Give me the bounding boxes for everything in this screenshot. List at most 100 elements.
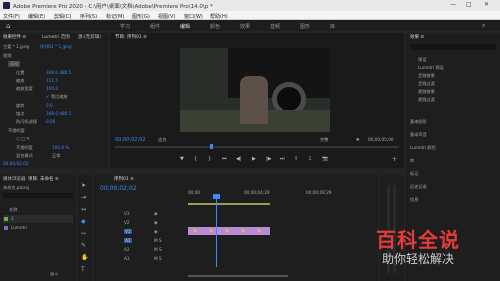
type-tool-icon[interactable]: T <box>81 266 85 273</box>
tab-source[interactable]: 源:(无剪辑) <box>78 34 101 41</box>
menu-file[interactable]: 文件(F) <box>3 13 20 20</box>
track-visibility-icon[interactable]: ◉ <box>154 211 158 216</box>
property-antiflicker-value[interactable]: 0.00 <box>46 119 55 124</box>
menu-edit[interactable]: 编辑(E) <box>28 13 45 20</box>
track-name[interactable]: V2 <box>124 220 130 225</box>
track-name[interactable]: V1 <box>124 229 132 234</box>
close-button[interactable]: ✕ <box>484 1 489 8</box>
home-icon[interactable]: ⌂ <box>6 22 10 30</box>
fx-opacity-label[interactable]: 不透明度 <box>8 128 25 134</box>
panel-section-markers[interactable]: 标记 <box>410 171 418 177</box>
go-to-in-icon[interactable]: } <box>208 156 211 162</box>
workspace-tab-effects[interactable]: 效果 <box>240 23 250 30</box>
search-icon[interactable]: ⌕ <box>482 22 485 30</box>
fx-motion-label[interactable]: 运动 <box>8 61 21 67</box>
property-rotation-value[interactable]: 0.0 <box>46 103 53 108</box>
tab-project[interactable]: 项目: 未命名 ≡ <box>28 176 59 183</box>
track-select-tool-icon[interactable]: ⇥ <box>81 194 86 201</box>
effects-panel-title[interactable]: 效果 ≡ <box>410 34 424 41</box>
workspace-tab-assembly[interactable]: 组件 <box>150 23 160 30</box>
wrench-icon[interactable]: ✱ <box>356 137 360 142</box>
timeline-timecode[interactable]: 00;00;02;02 <box>100 185 137 192</box>
workspace-tab-learn[interactable]: 学习 <box>120 23 130 30</box>
column-header-name[interactable]: 名称 <box>9 207 17 213</box>
tab-lumetri-scopes[interactable]: Lumetri 范围 <box>42 34 70 41</box>
workspace-tab-graphics[interactable]: 图形 <box>300 23 310 30</box>
program-timecode-left[interactable]: 00;00;02;02 <box>115 137 146 143</box>
track-name[interactable]: V3 <box>124 211 130 216</box>
effects-folder[interactable]: 音频效果 <box>418 73 435 79</box>
menu-help[interactable]: 帮助(H) <box>210 13 228 20</box>
step-forward-frame-icon[interactable]: |▶ <box>266 156 272 162</box>
panel-section-essential-sound[interactable]: 基本声音 <box>410 132 427 138</box>
monitor-playhead[interactable] <box>210 144 213 149</box>
track-visibility-icon[interactable]: ◉ <box>154 229 158 234</box>
project-item[interactable]: 1 <box>3 215 73 223</box>
effects-folder[interactable]: 视频效果 <box>418 89 435 95</box>
property-opacity-value[interactable]: 100.0 % <box>52 145 69 150</box>
mute-icon[interactable]: M S <box>154 247 162 252</box>
panel-section-history[interactable]: 历史记录 <box>410 184 427 190</box>
menu-graphics[interactable]: 图形(G) <box>132 13 150 20</box>
workspace-tab-audio[interactable]: 音频 <box>270 23 280 30</box>
property-anchor-value[interactable]: 348.0 480.5 <box>46 111 71 116</box>
property-position-value[interactable]: 348.0 480.5 <box>46 70 71 75</box>
mark-out-icon[interactable]: { <box>194 156 197 162</box>
effects-folder[interactable]: 预设 <box>418 57 426 63</box>
go-to-out-icon[interactable]: ⏭ <box>280 156 285 162</box>
menu-sequence[interactable]: 序列(S) <box>80 13 97 20</box>
slip-tool-icon[interactable]: ⇿ <box>81 230 86 237</box>
new-item-icon[interactable]: ▤ ⌂ <box>50 271 58 276</box>
menu-marker[interactable]: 标记(M) <box>106 13 124 20</box>
ripple-edit-tool-icon[interactable]: ↔ <box>81 206 86 213</box>
menu-clip[interactable]: 剪辑(C) <box>54 13 71 20</box>
maximize-button[interactable]: □ <box>466 1 472 8</box>
mark-in-icon[interactable]: ▼ <box>180 156 184 162</box>
timeline-sequence-tab[interactable]: 序列01 ≡ <box>114 176 134 183</box>
track-name[interactable]: A3 <box>124 256 130 261</box>
panel-section-libraries[interactable]: 库 <box>410 158 414 164</box>
razor-tool-icon[interactable]: ◆ <box>81 218 86 225</box>
tab-effect-controls[interactable]: 效果控件 ≡ <box>3 34 26 41</box>
panel-section-lumetri-color[interactable]: Lumetri 颜色 <box>410 145 436 151</box>
track-visibility-icon[interactable]: ◉ <box>154 220 158 225</box>
project-search-field[interactable] <box>3 193 73 198</box>
resolution-dropdown[interactable]: 完整 <box>320 137 328 143</box>
timeline-scrollbar[interactable] <box>188 275 288 277</box>
hand-tool-icon[interactable]: ✋ <box>81 254 88 261</box>
minimize-button[interactable]: — <box>450 1 456 8</box>
workspace-tab-libraries[interactable]: 库 <box>330 23 335 30</box>
mute-icon[interactable]: M S <box>154 256 162 261</box>
panel-section-essential-graphics[interactable]: 基本图形 <box>410 119 427 125</box>
property-scale-width-value[interactable]: 100.0 <box>46 86 58 91</box>
video-clip[interactable] <box>188 227 270 235</box>
uniform-scale-checkbox[interactable]: ✓ 等比缩放 <box>46 94 68 100</box>
effect-controls-timecode[interactable]: 00;00;02;02 <box>3 161 29 166</box>
property-scale-value[interactable]: 111.5 <box>46 78 58 83</box>
add-button[interactable]: + <box>392 156 397 163</box>
extract-icon[interactable]: ⇩ <box>308 156 312 162</box>
track-name[interactable]: A1 <box>124 238 132 243</box>
play-icon[interactable]: ▶ <box>252 156 256 162</box>
fit-dropdown[interactable]: 适合 <box>158 137 166 143</box>
tab-media-browser[interactable]: 媒体浏览器 <box>3 176 26 183</box>
effects-folder[interactable]: 视频过渡 <box>418 97 435 103</box>
workspace-tab-editing[interactable]: 编辑 <box>180 23 190 30</box>
export-frame-icon[interactable]: 📷 <box>322 156 328 162</box>
panel-section-info[interactable]: 信息 <box>410 197 418 203</box>
menu-view[interactable]: 视图(V) <box>158 13 175 20</box>
step-back-frame-icon[interactable]: ◀| <box>236 156 242 162</box>
lift-icon[interactable]: ⇪ <box>294 156 298 162</box>
menu-window[interactable]: 窗口(W) <box>184 13 203 20</box>
project-item[interactable]: Lumetri <box>3 224 73 232</box>
timeline-playhead[interactable] <box>216 197 217 267</box>
mute-icon[interactable]: M S <box>154 238 162 243</box>
effects-search-field[interactable] <box>410 44 496 50</box>
playhead-handle[interactable] <box>213 194 220 199</box>
selection-tool-icon[interactable]: ➤ <box>81 182 86 189</box>
mask-shape-icons[interactable]: ○ □ ✎ <box>16 136 30 141</box>
property-blend-value[interactable]: 正常 <box>52 153 60 159</box>
program-monitor-title[interactable]: 节目: 序列01 ≡ <box>115 34 147 41</box>
step-back-icon[interactable]: ⏮ <box>222 156 227 162</box>
effects-folder[interactable]: 音频过渡 <box>418 81 435 87</box>
